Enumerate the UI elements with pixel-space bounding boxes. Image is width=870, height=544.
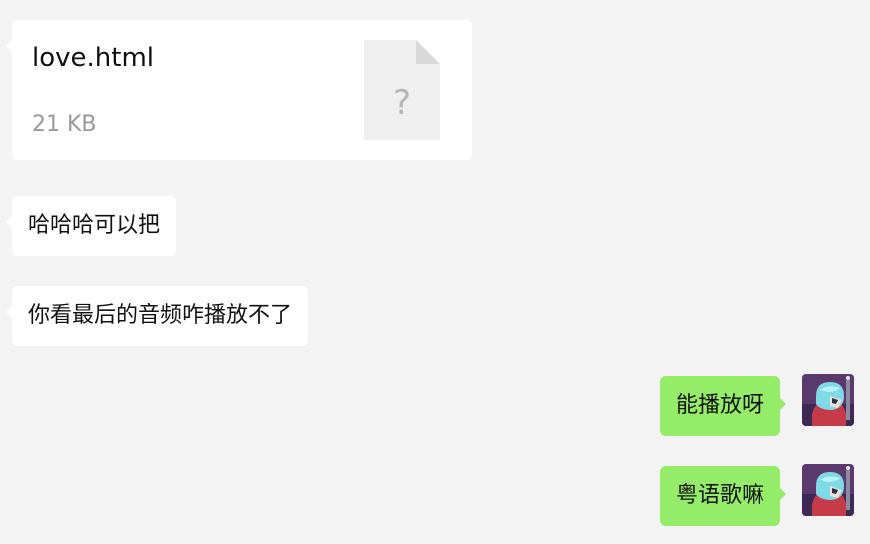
unknown-file-glyph: ? <box>393 83 411 123</box>
file-name: love.html <box>32 43 155 73</box>
message-text: 你看最后的音频咋播放不了 <box>28 303 293 328</box>
outgoing-message-bubble[interactable]: 粤语歌嘛 <box>659 466 787 526</box>
file-size: 21 KB <box>32 112 97 137</box>
file-message-bubble[interactable]: love.html 21 KB ? <box>6 20 472 160</box>
user-avatar[interactable] <box>802 464 854 516</box>
message-text: 粤语歌嘛 <box>675 483 764 508</box>
incoming-message-bubble[interactable]: 你看最后的音频咋播放不了 <box>5 286 309 346</box>
incoming-message-bubble[interactable]: 哈哈哈可以把 <box>5 196 177 256</box>
message-text: 哈哈哈可以把 <box>28 213 161 238</box>
outgoing-message-bubble[interactable]: 能播放呀 <box>659 376 787 436</box>
user-avatar[interactable] <box>802 374 854 426</box>
unknown-file-icon: ? <box>364 40 440 140</box>
message-text: 能播放呀 <box>675 393 764 418</box>
chat-message-list: love.html 21 KB ? 哈哈哈可以把 你看最后的音频咋播放不了 能播… <box>0 0 870 544</box>
